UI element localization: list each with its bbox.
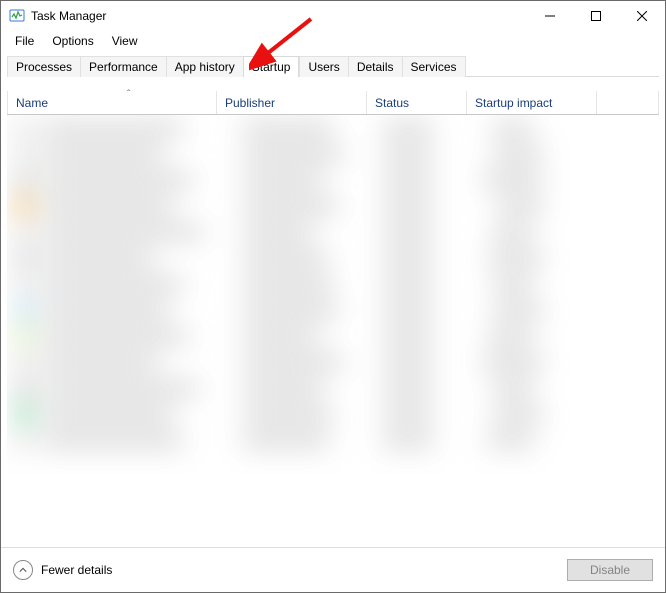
sort-indicator-icon: ˆ	[127, 89, 130, 100]
maximize-button[interactable]	[573, 1, 619, 31]
window-controls	[527, 1, 665, 31]
disable-button[interactable]: Disable	[567, 559, 653, 581]
chevron-up-icon	[13, 560, 33, 580]
content-area: ˆ Name Publisher Status Startup impact	[7, 91, 659, 475]
titlebar-left: Task Manager	[9, 8, 106, 24]
menu-view[interactable]: View	[104, 32, 146, 50]
tab-users[interactable]: Users	[299, 56, 348, 77]
column-name[interactable]: Name	[7, 91, 217, 114]
menubar: File Options View	[1, 31, 665, 51]
footer: Fewer details Disable	[1, 548, 665, 592]
column-publisher[interactable]: Publisher	[217, 91, 367, 114]
startup-list-blurred	[7, 115, 659, 475]
minimize-button[interactable]	[527, 1, 573, 31]
tab-services[interactable]: Services	[402, 56, 466, 77]
close-button[interactable]	[619, 1, 665, 31]
tab-processes[interactable]: Processes	[7, 56, 81, 77]
titlebar: Task Manager	[1, 1, 665, 31]
tab-details[interactable]: Details	[348, 56, 403, 77]
tab-startup[interactable]: Startup	[243, 56, 300, 77]
column-headers: Name Publisher Status Startup impact	[7, 91, 659, 115]
window-title: Task Manager	[31, 9, 106, 23]
tabstrip: Processes Performance App history Startu…	[7, 55, 659, 77]
task-manager-icon	[9, 8, 25, 24]
menu-options[interactable]: Options	[44, 32, 101, 50]
fewer-details-label: Fewer details	[41, 563, 112, 577]
fewer-details-toggle[interactable]: Fewer details	[13, 560, 112, 580]
column-status[interactable]: Status	[367, 91, 467, 114]
column-startup-impact[interactable]: Startup impact	[467, 91, 597, 114]
tab-app-history[interactable]: App history	[166, 56, 244, 77]
menu-file[interactable]: File	[7, 32, 42, 50]
tab-performance[interactable]: Performance	[80, 56, 167, 77]
